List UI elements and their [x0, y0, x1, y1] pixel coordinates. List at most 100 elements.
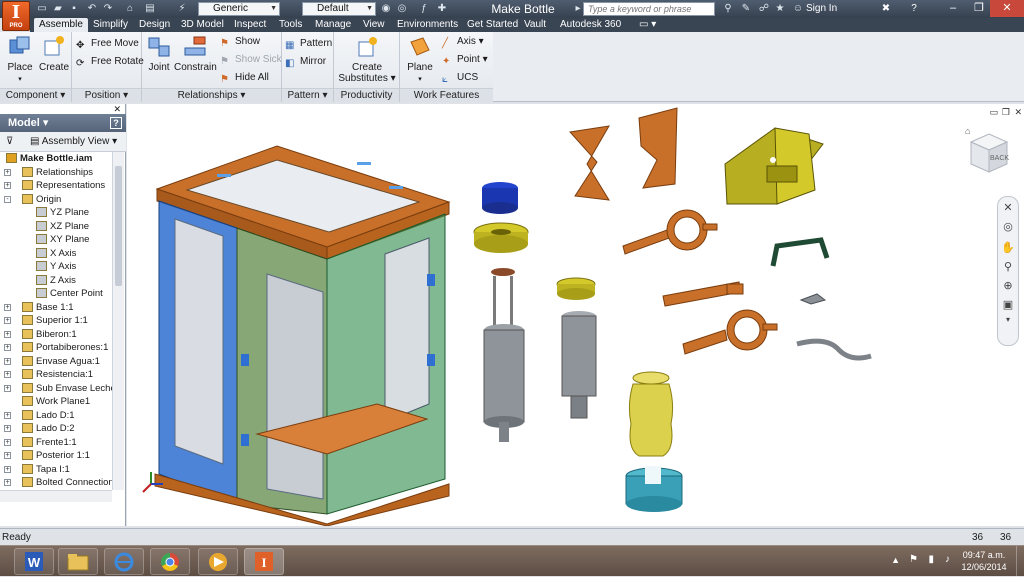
tree-node[interactable]: YZ Plane [0, 206, 112, 219]
panel-pattern-label[interactable]: Pattern ▾ [282, 88, 333, 102]
undo-icon[interactable]: ↶ [86, 3, 98, 14]
tab-3d-model[interactable]: 3D Model [176, 18, 229, 32]
sign-in-link[interactable]: Sign In [806, 3, 837, 14]
appearance-icon[interactable]: ◉ [380, 3, 392, 14]
axis-button[interactable]: ╱ Axis ▾ [442, 34, 484, 50]
tab-assemble[interactable]: Assemble [34, 18, 88, 32]
tree-node[interactable]: Make Bottle.iam [0, 152, 112, 165]
enclosure-assembly[interactable] [154, 145, 451, 526]
panel-relationships-label[interactable]: Relationships ▾ [142, 88, 281, 102]
tab-manage[interactable]: Manage [310, 18, 356, 32]
tab-get-started[interactable]: Get Started [462, 18, 523, 32]
update-icon[interactable]: ⚡ [176, 3, 188, 14]
expand-icon[interactable]: + [4, 479, 11, 486]
tray-show-hidden-icon[interactable]: ▲ [891, 555, 900, 565]
taskbar-ie-button[interactable] [104, 548, 144, 575]
tree-node[interactable]: + Base 1:1 [0, 301, 112, 314]
taskbar-chrome-button[interactable] [150, 548, 190, 575]
save-icon[interactable]: ▪ [68, 3, 80, 14]
browser-horizontal-scrollbar[interactable] [0, 490, 112, 502]
expand-icon[interactable]: + [4, 384, 11, 392]
free-rotate-button[interactable]: ⟳ Free Rotate [76, 54, 144, 70]
close-button[interactable]: ✕ [990, 0, 1024, 17]
taskbar-explorer-button[interactable] [58, 548, 98, 575]
viewport-restore-icon[interactable]: ❐ [1002, 107, 1010, 118]
measure-icon[interactable]: ✚ [436, 3, 448, 14]
grey-hose-part[interactable] [796, 338, 872, 361]
create-substitutes-button[interactable]: Create Substitutes ▾ [338, 34, 396, 84]
taskbar-winamp-button[interactable] [198, 548, 238, 575]
tree-node[interactable]: + Relationships [0, 166, 112, 179]
tray-time[interactable]: 09:47 a.m. [956, 550, 1012, 560]
panel-component-label[interactable]: Component ▾ [0, 88, 71, 102]
tree-node[interactable]: - Origin [0, 193, 112, 206]
tree-node[interactable]: + Tapa I:1 [0, 463, 112, 476]
tab-design[interactable]: Design [134, 18, 175, 32]
tree-node[interactable]: + Sub Envase Leche:1 [0, 382, 112, 395]
plane-button[interactable]: Plane ▾ [404, 34, 436, 85]
hide-all-button[interactable]: ⚑ Hide All [220, 70, 269, 86]
tab-overflow-icon[interactable]: ▭ ▾ [634, 18, 661, 32]
constrain-button[interactable]: Constrain [174, 34, 217, 73]
redo-icon[interactable]: ↷ [102, 3, 114, 14]
appearance-combo[interactable]: Generic ▼ [198, 2, 280, 16]
point-button[interactable]: ✦ Point ▾ [442, 52, 488, 68]
baby-bottle-part[interactable] [628, 371, 674, 457]
expand-icon[interactable]: + [4, 344, 11, 351]
people-icon[interactable]: ☍ [758, 3, 770, 14]
minimize-button[interactable]: – [940, 0, 966, 17]
tree-node[interactable]: + Envase Agua:1 [0, 355, 112, 368]
tree-node[interactable]: + Bolted Connection:1 [0, 476, 112, 489]
nav-close-icon[interactable]: ✕ [998, 201, 1018, 214]
function-icon[interactable]: ƒ [418, 3, 430, 14]
ucs-button[interactable]: ⟀ UCS [442, 70, 478, 86]
graphics-viewport[interactable]: ▭ ❐ ✕ ⌂ BACK ✕ ◎ ✋ ⚲ ⊕ ▣ ▾ [127, 104, 1024, 526]
clamp-arm-middle[interactable] [662, 281, 744, 307]
taskbar-word-button[interactable]: W [14, 548, 54, 575]
tree-node[interactable]: + Lado D:1 [0, 409, 112, 422]
create-button[interactable]: Create [38, 34, 70, 73]
expand-icon[interactable]: + [4, 168, 11, 176]
tab-autodesk-360[interactable]: Autodesk 360 [555, 18, 626, 32]
tree-node[interactable]: + Resistencia:1 [0, 368, 112, 381]
material-combo[interactable]: Default ▼ [302, 2, 376, 16]
steering-wheel-icon[interactable]: ◎ [998, 220, 1018, 233]
show-button[interactable]: ⚑ Show [220, 34, 260, 50]
pan-icon[interactable]: ✋ [998, 241, 1018, 254]
nav-options-icon[interactable]: ▾ [998, 315, 1018, 324]
tree-node[interactable]: + Lado D:2 [0, 422, 112, 435]
home-icon[interactable]: ⌂ [124, 3, 136, 14]
dark-green-handle[interactable] [770, 237, 830, 267]
free-move-button[interactable]: ✥ Free Move [76, 36, 139, 52]
small-clip-part[interactable] [799, 293, 827, 305]
tab-tools[interactable]: Tools [274, 18, 307, 32]
clear-icon[interactable]: ◎ [396, 3, 408, 14]
tray-network-icon[interactable]: ▮ [928, 554, 934, 565]
tray-date[interactable]: 12/06/2014 [956, 562, 1012, 572]
v-bracket-left[interactable] [569, 125, 610, 201]
tree-node[interactable]: + Representations [0, 179, 112, 192]
tree-node[interactable]: Y Axis [0, 260, 112, 273]
tree-node[interactable]: + Portabiberones:1 [0, 341, 112, 354]
assembly-model-canvas[interactable] [127, 104, 1024, 526]
tree-node[interactable]: Work Plane1 [0, 395, 112, 408]
application-menu-button[interactable]: I PRO [2, 1, 30, 31]
bottle-holder-part[interactable] [625, 466, 683, 512]
tree-node[interactable]: X Axis [0, 247, 112, 260]
tab-simplify[interactable]: Simplify [88, 18, 133, 32]
tab-environments[interactable]: Environments [392, 18, 463, 32]
place-button[interactable]: Place ▾ [4, 34, 36, 85]
show-desktop-button[interactable] [1016, 546, 1024, 577]
expand-icon[interactable]: + [4, 465, 11, 473]
tree-node[interactable]: XZ Plane [0, 220, 112, 233]
yellow-ring-large[interactable] [473, 222, 529, 253]
show-sick-button[interactable]: ⚑ Show Sick [220, 52, 282, 68]
binoculars-icon[interactable]: ⚲ [722, 3, 734, 14]
collapse-icon[interactable]: - [4, 195, 11, 203]
clamp-arm-bottom[interactable] [682, 309, 778, 355]
blue-cap-part[interactable] [482, 182, 518, 214]
wrench-icon[interactable]: ✎ [740, 3, 752, 14]
help-icon[interactable]: ? [908, 3, 920, 14]
viewport-close-icon[interactable]: ✕ [1014, 107, 1022, 118]
expand-icon[interactable]: + [4, 303, 11, 311]
